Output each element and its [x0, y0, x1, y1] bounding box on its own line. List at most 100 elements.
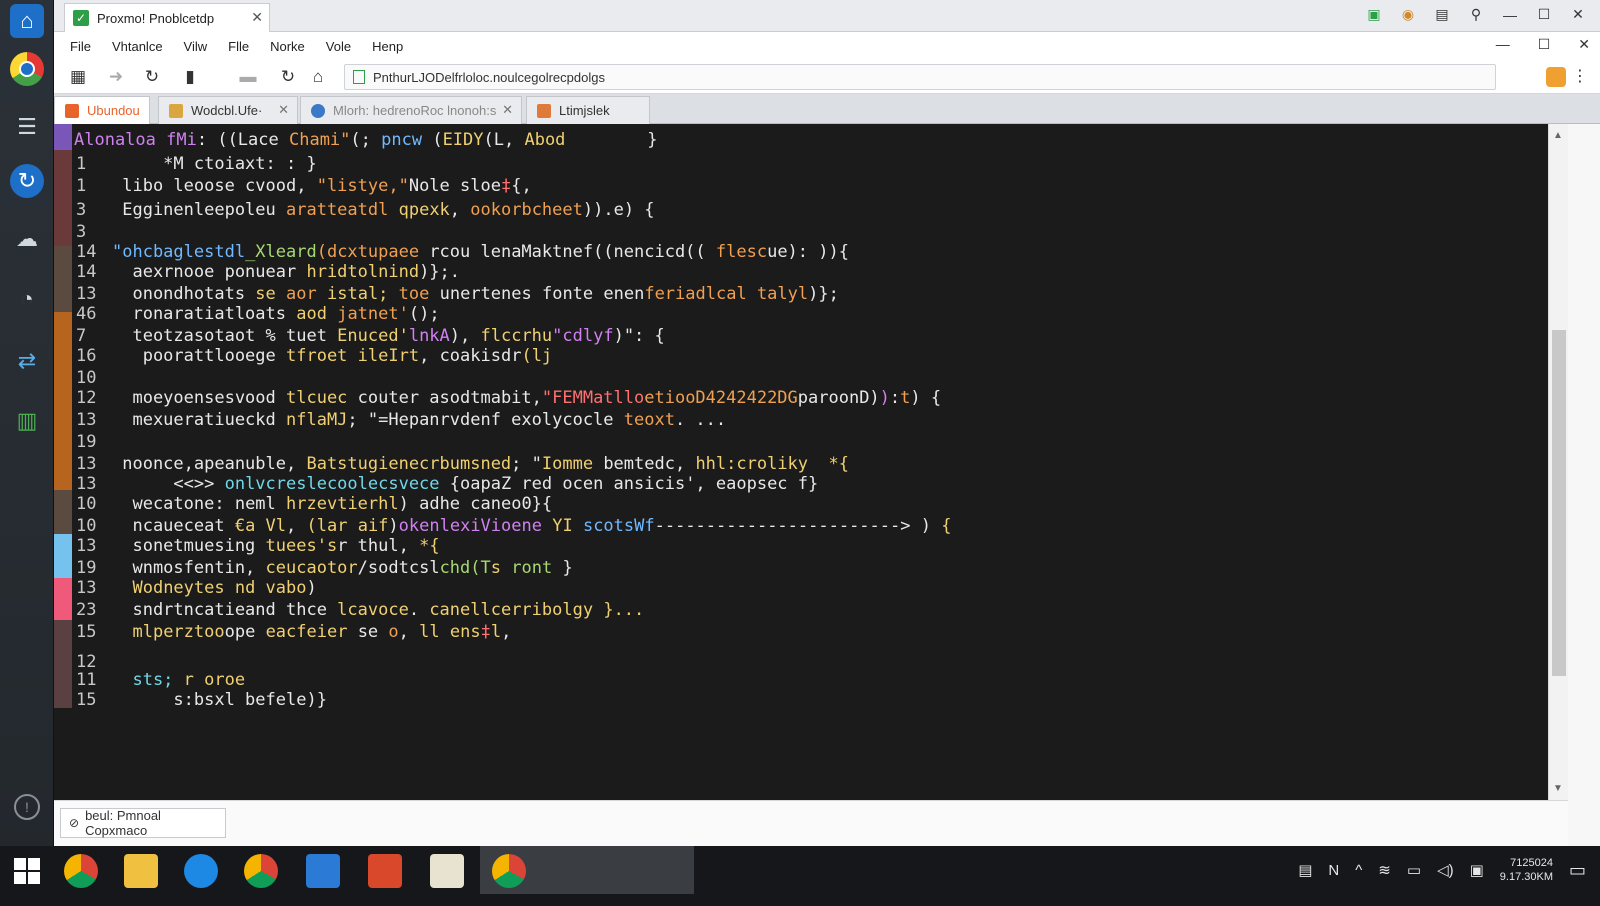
code-token: okenlexiVioene	[398, 516, 542, 536]
code-token: Iomme	[541, 454, 594, 474]
status-pill[interactable]: ⊘ beul: Pmnoal Copxmaco	[60, 808, 226, 838]
close-window-icon[interactable]: ✕	[1568, 6, 1588, 23]
update-icon[interactable]: ▣	[1364, 6, 1384, 23]
code-token: wnmosfentin,	[112, 558, 266, 578]
list-icon[interactable]: ☰	[10, 110, 44, 144]
keyboard-icon[interactable]: ▤	[1298, 861, 1312, 879]
notification-icon[interactable]: ▭	[1569, 860, 1586, 881]
clock-time: 7125024	[1510, 857, 1553, 869]
line-number: 16	[76, 346, 97, 366]
tab-label: Ubundou	[87, 103, 140, 118]
code-text: onondhotats se aor istal; toe unertenes …	[112, 284, 838, 305]
grid-icon[interactable]: ▦	[66, 66, 90, 88]
chrome-icon[interactable]	[64, 854, 98, 888]
globe-icon[interactable]: ◉	[1398, 6, 1418, 23]
minimize-icon[interactable]: —	[1500, 7, 1520, 23]
edge-icon[interactable]	[184, 854, 218, 888]
status-icon: ⊘	[69, 816, 80, 830]
line-number: 23	[76, 600, 97, 620]
menu-vole[interactable]: Vole	[326, 39, 351, 54]
inner-minimize-icon[interactable]: —	[1496, 36, 1510, 53]
code-line: 10	[54, 368, 1534, 389]
office-icon[interactable]	[368, 854, 402, 888]
app-dock: ⌂ ☰ ↻ ☁ ◔ ⇄ ▥	[0, 0, 54, 862]
code-token: neml	[234, 494, 276, 514]
code-line: 3 Egginenleepoleu aratteatdl qpexk, ooko…	[54, 200, 1534, 221]
chrome-icon[interactable]	[244, 854, 278, 888]
chat-icon[interactable]: ▬	[236, 66, 260, 88]
tab-ltimjslek[interactable]: Ltimjslek	[526, 96, 650, 124]
code-token: s	[490, 558, 501, 578]
extension-icon[interactable]	[1546, 67, 1566, 87]
tab-ubundou[interactable]: Ubundou	[54, 96, 150, 124]
code-line: 13 mexueratiueckd nflaMJ; "=Hepanrvdenf …	[54, 410, 1534, 431]
bucket-icon[interactable]: ◔	[10, 282, 44, 316]
calendar-icon[interactable]	[306, 854, 340, 888]
home-icon[interactable]: ⌂	[10, 4, 44, 38]
building-icon[interactable]: ▥	[10, 404, 44, 438]
code-token: ‡	[500, 176, 512, 196]
menu-vhtanlce[interactable]: Vhtanlce	[112, 39, 163, 54]
code-token: ) adhe caneo0}{	[398, 494, 553, 514]
scroll-up-icon[interactable]: ▲	[1553, 130, 1563, 141]
network-icon[interactable]: N	[1328, 862, 1339, 879]
window-tab[interactable]: ✓ Proxmo! Pnoblcetdp ✕	[64, 3, 270, 32]
language-icon[interactable]: ▣	[1470, 861, 1484, 879]
color-wheel-icon[interactable]	[10, 52, 44, 86]
code-text: poorattlooege tfroet ileIrt, coakisdr(lj	[112, 346, 552, 367]
close-icon[interactable]: ✕	[502, 102, 513, 118]
refresh-icon[interactable]: ↻	[10, 164, 44, 198]
code-editor[interactable]: Alonaloa fMi: ((Lace Chami"(; pncw (EIDY…	[54, 124, 1548, 800]
refresh-page-icon[interactable]: ↻	[276, 66, 300, 88]
inner-maximize-icon[interactable]: ☐	[1538, 36, 1551, 53]
line-number: 13	[76, 284, 97, 304]
maximize-icon[interactable]: ☐	[1534, 6, 1554, 23]
volume-icon[interactable]: ◁)	[1437, 861, 1454, 879]
forward-icon[interactable]: ➜	[104, 66, 128, 88]
clock[interactable]: 7125024 9.17.30KM	[1500, 856, 1553, 884]
code-token: fMi	[166, 130, 197, 150]
code-token: "FEMMatllo	[541, 388, 645, 408]
chevron-up-icon[interactable]: ^	[1355, 862, 1362, 879]
cloud-icon[interactable]: ☁	[10, 222, 44, 256]
tab-mlorh[interactable]: Mlorh: hedrenoRoc lnonoh:s ✕	[300, 96, 522, 124]
chrome-icon[interactable]	[492, 854, 526, 888]
code-token: paroonD)	[797, 388, 880, 408]
pin-icon[interactable]: ⚲	[1466, 6, 1486, 23]
menu-norke[interactable]: Norke	[270, 39, 305, 54]
reload-icon[interactable]: ↻	[140, 66, 164, 88]
code-token: aexrnooe ponuear	[112, 262, 307, 282]
start-icon[interactable]	[14, 858, 40, 884]
address-bar[interactable]: PnthurLJODelfrloloc.noulcegolrecpdolgs	[344, 64, 1496, 90]
menu-help[interactable]: Henp	[372, 39, 403, 54]
code-token: lnkA	[408, 326, 450, 346]
info-icon[interactable]: !	[14, 794, 40, 820]
folder-icon[interactable]	[124, 854, 158, 888]
code-token: moeyoensesvood	[112, 388, 286, 408]
home-page-icon[interactable]: ⌂	[306, 66, 330, 88]
close-icon[interactable]: ✕	[251, 9, 263, 26]
close-icon[interactable]: ✕	[278, 102, 289, 118]
notepad-icon[interactable]	[430, 854, 464, 888]
printer-icon[interactable]: ▤	[1432, 6, 1452, 23]
menu-flle[interactable]: Flle	[228, 39, 249, 54]
wifi-icon[interactable]: ≋	[1378, 861, 1391, 879]
more-icon[interactable]: ⋮	[1572, 66, 1588, 86]
code-line: 16 poorattlooege tfroet ileIrt, coakisdr…	[54, 346, 1534, 367]
battery-icon[interactable]: ▭	[1407, 861, 1421, 879]
vertical-scrollbar[interactable]: ▲ ▼	[1548, 124, 1568, 800]
line-number: 13	[76, 474, 97, 494]
tab-wodcbl[interactable]: Wodcbl.Ufe· ✕	[158, 96, 298, 124]
code-line: 14 "ohcbaglestdl_Xleard(dcxtupaee rcou le…	[54, 242, 1534, 263]
menu-file[interactable]: File	[70, 39, 91, 54]
code-text: *M ctoiaxt: : }	[112, 154, 317, 175]
scroll-thumb[interactable]	[1552, 330, 1566, 676]
bookmark-icon[interactable]: ▮	[178, 66, 202, 88]
scroll-down-icon[interactable]: ▼	[1553, 783, 1563, 794]
code-token: tfroet	[286, 346, 348, 366]
inner-close-icon[interactable]: ✕	[1578, 36, 1590, 53]
menu-view[interactable]: Vilw	[184, 39, 208, 54]
sync-icon[interactable]: ⇄	[10, 344, 44, 378]
